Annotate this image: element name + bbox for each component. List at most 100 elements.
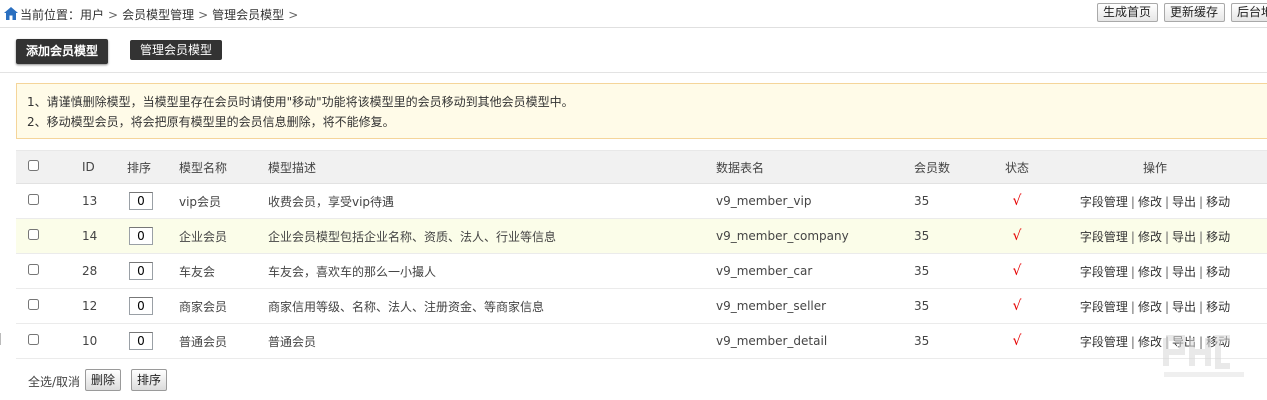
- header-order: 排序: [127, 150, 179, 184]
- row-checkbox[interactable]: [28, 229, 39, 240]
- header-status: 状态: [991, 150, 1043, 184]
- edit-link[interactable]: 修改: [1138, 195, 1162, 209]
- ops-separator: |: [1130, 334, 1135, 349]
- breadcrumb: 当前位置：用户 > 会员模型管理 > 管理会员模型 >: [20, 6, 302, 23]
- row-order-cell: [127, 288, 179, 324]
- header-name: 模型名称: [179, 150, 268, 184]
- row-checkbox[interactable]: [28, 194, 39, 205]
- move-link[interactable]: 移动: [1206, 265, 1230, 279]
- generate-homepage-button[interactable]: 生成首页: [1097, 3, 1158, 22]
- row-checkbox-cell: [16, 323, 72, 359]
- select-all-toggle[interactable]: 全选/取消: [28, 373, 80, 390]
- breadcrumb-item-member-model[interactable]: 会员模型管理: [122, 8, 194, 22]
- table-row: 14 企业会员 企业会员模型包括企业名称、资质、法人、行业等信息 v9_memb…: [16, 218, 1267, 254]
- row-name: 车友会: [179, 253, 268, 289]
- notice-box: 1、请谨慎删除模型，当模型里存在会员时请使用"移动"功能将该模型里的会员移动到其…: [16, 83, 1267, 139]
- row-ops: 字段管理 | 修改 | 导出 | 移动: [1043, 288, 1267, 324]
- row-id: 10: [72, 323, 127, 359]
- delete-button[interactable]: 删除: [85, 369, 122, 391]
- status-check-icon: √: [1012, 298, 1022, 314]
- row-id: 14: [72, 218, 127, 254]
- ops-separator: |: [1164, 194, 1170, 209]
- row-desc: 企业会员模型包括企业名称、资质、法人、行业等信息: [268, 218, 716, 254]
- ops-separator: |: [1164, 264, 1170, 279]
- row-count: 35: [914, 218, 991, 254]
- order-input[interactable]: [129, 192, 153, 210]
- tab-add-member-model[interactable]: 添加会员模型: [16, 39, 109, 64]
- row-status-cell: √: [991, 253, 1043, 289]
- row-name: 企业会员: [179, 218, 268, 254]
- status-check-icon: √: [1012, 228, 1022, 244]
- row-name: vip会员: [179, 183, 268, 219]
- ops-separator: |: [1199, 229, 1204, 244]
- field-manage-link[interactable]: 字段管理: [1080, 230, 1128, 244]
- row-checkbox-cell: [16, 183, 72, 219]
- tabs-bar: 添加会员模型 管理会员模型: [0, 29, 1267, 73]
- order-input[interactable]: [129, 227, 153, 245]
- breadcrumb-separator: >: [288, 8, 299, 22]
- edit-link[interactable]: 修改: [1138, 265, 1162, 279]
- table-row: 10 普通会员 普通会员 v9_member_detail 35 √ 字段管理|…: [16, 323, 1267, 359]
- order-input[interactable]: [129, 297, 153, 315]
- header-table: 数据表名: [716, 150, 914, 184]
- row-checkbox[interactable]: [28, 264, 39, 275]
- row-table-name: v9_member_detail: [716, 323, 914, 359]
- notice-line-1: 1、请谨慎删除模型，当模型里存在会员时请使用"移动"功能将该模型里的会员移动到其…: [27, 95, 574, 109]
- row-table-name: v9_member_seller: [716, 288, 914, 324]
- ops-separator: |: [1199, 299, 1204, 314]
- row-checkbox[interactable]: [28, 299, 39, 310]
- move-link[interactable]: 移动: [1206, 300, 1230, 314]
- header-checkbox-cell: [16, 150, 72, 184]
- table-header-row: ID 排序 模型名称 模型描述 数据表名 会员数 状态 操作: [16, 150, 1267, 184]
- export-link[interactable]: 导出: [1172, 195, 1196, 209]
- tab-manage-member-model[interactable]: 管理会员模型: [130, 40, 223, 60]
- ops-separator: |: [1164, 229, 1170, 244]
- header-ops: 操作: [1043, 150, 1267, 184]
- breadcrumb-item-users[interactable]: 用户: [80, 8, 104, 22]
- edit-link[interactable]: 修改: [1138, 335, 1162, 349]
- export-link[interactable]: 导出: [1172, 300, 1196, 314]
- row-checkbox[interactable]: [28, 334, 39, 345]
- row-count: 35: [914, 323, 991, 359]
- row-desc: 普通会员: [268, 323, 716, 359]
- breadcrumb-item-manage-model[interactable]: 管理会员模型: [212, 8, 284, 22]
- status-check-icon: √: [1012, 263, 1022, 279]
- ops-separator: |: [1199, 264, 1204, 279]
- field-manage-link[interactable]: 字段管理: [1080, 195, 1128, 209]
- move-link[interactable]: 移动: [1206, 195, 1230, 209]
- row-ops: 字段管理 | 修改 | 导出 | 移动: [1043, 218, 1267, 254]
- row-order-cell: [127, 323, 179, 359]
- field-manage-link[interactable]: 字段管理: [1080, 265, 1128, 279]
- select-all-checkbox[interactable]: [28, 160, 39, 171]
- watermark-logo-icon: [1163, 335, 1244, 377]
- row-table-name: v9_member_car: [716, 253, 914, 289]
- row-id: 13: [72, 183, 127, 219]
- order-input[interactable]: [129, 262, 153, 280]
- row-id: 12: [72, 288, 127, 324]
- header-id: ID: [72, 150, 127, 184]
- row-name: 商家会员: [179, 288, 268, 324]
- edit-link[interactable]: 修改: [1138, 300, 1162, 314]
- row-table-name: v9_member_company: [716, 218, 914, 254]
- row-checkbox-cell: [16, 218, 72, 254]
- status-check-icon: √: [1012, 193, 1022, 209]
- ops-separator: |: [1164, 299, 1170, 314]
- move-link[interactable]: 移动: [1206, 230, 1230, 244]
- admin-map-button[interactable]: 后台地图: [1231, 3, 1267, 22]
- export-link[interactable]: 导出: [1172, 230, 1196, 244]
- export-link[interactable]: 导出: [1172, 265, 1196, 279]
- status-check-icon: √: [1012, 333, 1022, 349]
- sort-button[interactable]: 排序: [131, 369, 168, 391]
- refresh-cache-button[interactable]: 更新缓存: [1164, 3, 1225, 22]
- row-status-cell: √: [991, 323, 1043, 359]
- order-input[interactable]: [129, 332, 153, 350]
- ops-separator: |: [1130, 229, 1135, 244]
- row-count: 35: [914, 253, 991, 289]
- field-manage-link[interactable]: 字段管理: [1080, 335, 1128, 349]
- ops-separator: |: [1130, 194, 1135, 209]
- notice-line-2: 2、移动模型会员，将会把原有模型里的会员信息删除，将不能修复。: [27, 115, 395, 129]
- field-manage-link[interactable]: 字段管理: [1080, 300, 1128, 314]
- breadcrumb-prefix: 当前位置：: [20, 8, 81, 22]
- edit-link[interactable]: 修改: [1138, 230, 1162, 244]
- row-count: 35: [914, 183, 991, 219]
